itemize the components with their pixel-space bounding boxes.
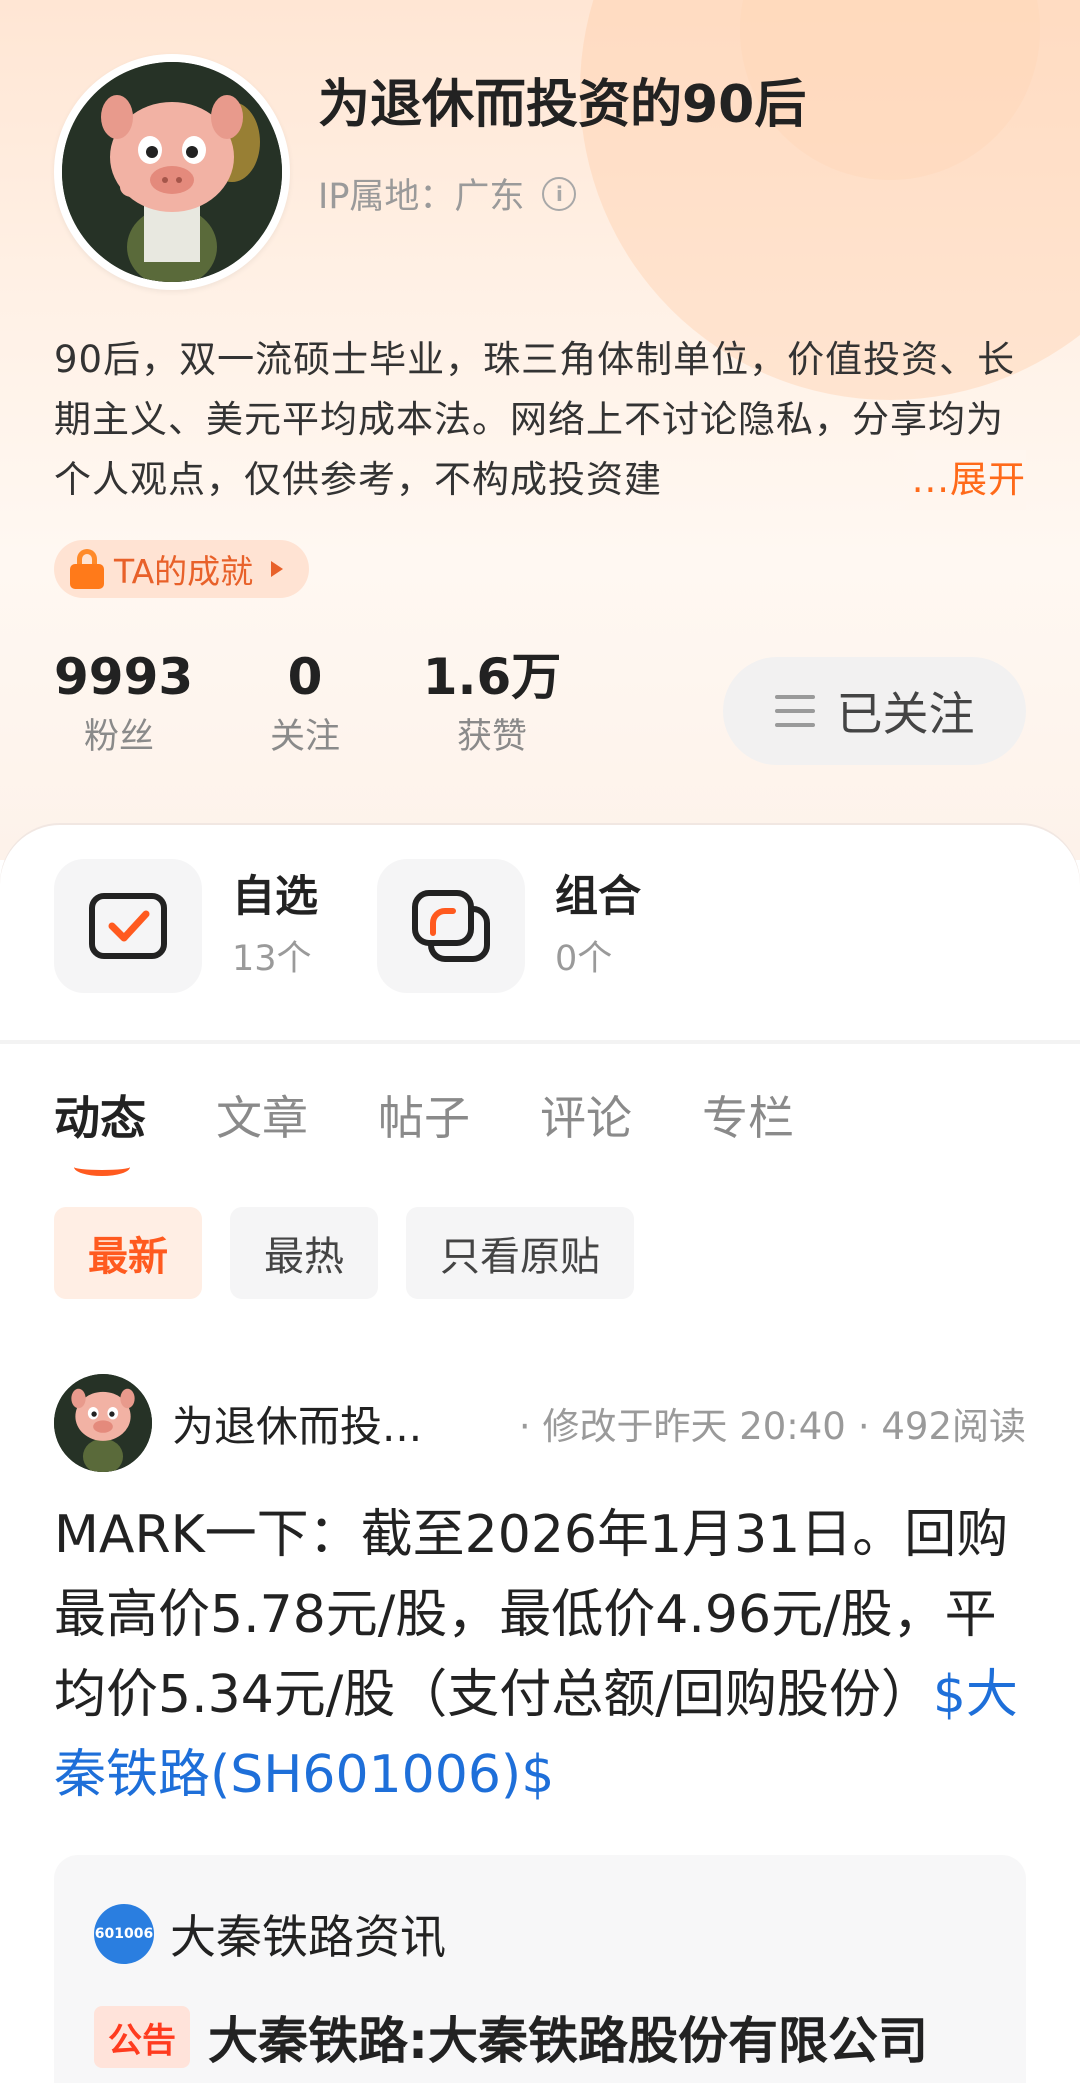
ip-location: IP属地：广东 i (318, 168, 577, 219)
tab-comments[interactable]: 评论 (540, 1080, 632, 1156)
stat-value: 9993 (54, 648, 194, 706)
pig-avatar-image (62, 62, 282, 282)
news-source-name: 大秦铁路资讯 (170, 1910, 446, 1964)
content-tabs: 动态 文章 帖子 评论 专栏 (54, 1080, 794, 1176)
profile-stats: 9993 粉丝 0 关注 1.6万 获赞 (54, 645, 562, 765)
news-source: 601006 大秦铁路资讯 (94, 1901, 446, 1967)
tab-label: 评论 (540, 1091, 632, 1145)
ip-location-text: IP属地：广东 (318, 177, 525, 217)
news-title: 大秦铁路:大秦铁路股份有限公司 (208, 2012, 928, 2070)
achievement-label: TA的成就 (114, 552, 254, 591)
quick-link-watchlist[interactable]: 自选 13个 (54, 859, 377, 993)
tab-articles[interactable]: 文章 (216, 1080, 308, 1156)
stat-following[interactable]: 0 关注 (240, 645, 370, 765)
quick-link-portfolio[interactable]: 组合 0个 (377, 859, 700, 993)
watchlist-check-icon (54, 859, 202, 993)
filter-latest[interactable]: 最新 (54, 1207, 202, 1299)
filter-original-only[interactable]: 只看原贴 (406, 1207, 634, 1299)
achievement-button[interactable]: TA的成就 (54, 540, 310, 598)
post-author-name[interactable]: 为退休而投... (172, 1393, 422, 1454)
tab-label: 文章 (216, 1091, 308, 1145)
filter-hottest[interactable]: 最热 (230, 1207, 378, 1299)
stat-label: 关注 (269, 717, 340, 757)
stat-value: 0 (287, 648, 323, 706)
quick-link-title: 自选 (232, 872, 318, 922)
quick-link-title: 组合 (555, 872, 641, 922)
portfolio-icon (377, 859, 525, 993)
stat-followers[interactable]: 9993 粉丝 (54, 645, 194, 765)
news-title-row: 公告 大秦铁路:大秦铁路股份有限公司 (94, 2001, 928, 2073)
bio-text: 90后，双一流硕士毕业，珠三角体制单位，价值投资、长期主义、美元平均成本法。网络… (54, 338, 1016, 501)
profile-name: 为退休而投资的90后 (318, 75, 807, 135)
stat-label: 获赞 (456, 717, 527, 757)
post-content[interactable]: MARK一下：截至2026年1月31日。回购最高价5.78元/股，最低价4.96… (54, 1495, 1034, 1815)
post-meta: · 修改于昨天 20:40 · 492阅读 (519, 1396, 1026, 1450)
avatar[interactable] (54, 54, 290, 290)
post-text: MARK一下：截至2026年1月31日。回购最高价5.78元/股，最低价4.96… (54, 1505, 1009, 1725)
menu-icon (774, 695, 815, 727)
tab-dynamics[interactable]: 动态 (54, 1080, 146, 1176)
stat-label: 粉丝 (83, 717, 154, 757)
quick-links: 自选 13个 组合 0个 (54, 859, 700, 993)
quick-link-count: 13个 (232, 939, 312, 979)
profile-header: 为退休而投资的90后 IP属地：广东 i 90后，双一流硕士毕业，珠三角体制单位… (0, 0, 1080, 860)
stat-value: 1.6万 (422, 648, 562, 706)
announcement-badge: 公告 (94, 2006, 190, 2068)
lock-icon (70, 549, 104, 589)
play-arrow-icon (271, 561, 284, 577)
post-edited-time: · 修改于昨天 20:40 (518, 1405, 846, 1448)
follow-button-label: 已关注 (836, 687, 975, 741)
info-icon[interactable]: i (542, 176, 577, 211)
bio-expand-link[interactable]: ...展开 (881, 450, 1026, 510)
tab-label: 动态 (54, 1091, 146, 1145)
stat-likes[interactable]: 1.6万 获赞 (422, 645, 562, 765)
post-filters: 最新 最热 只看原贴 (54, 1207, 634, 1299)
tab-label: 帖子 (378, 1091, 470, 1145)
followed-button[interactable]: 已关注 (723, 657, 1026, 765)
tab-posts[interactable]: 帖子 (378, 1080, 470, 1156)
news-card[interactable]: 601006 大秦铁路资讯 公告 大秦铁路:大秦铁路股份有限公司 (54, 1855, 1026, 2083)
post-read-count: · 492阅读 (857, 1405, 1026, 1448)
stock-logo-icon: 601006 (94, 1904, 154, 1964)
tab-columns[interactable]: 专栏 (702, 1080, 794, 1156)
quick-link-count: 0个 (555, 939, 613, 979)
active-tab-indicator (74, 1158, 130, 1176)
avatar[interactable] (54, 1374, 152, 1472)
tab-label: 专栏 (702, 1091, 794, 1145)
content-card: 自选 13个 组合 0个 动态 文章 帖子 评论 专栏 最新 最热 只看原贴 为… (0, 825, 1080, 2083)
post-header: 为退休而投... · 修改于昨天 20:40 · 492阅读 (54, 1373, 1026, 1473)
section-divider (0, 1040, 1080, 1044)
profile-bio: 90后，双一流硕士毕业，珠三角体制单位，价值投资、长期主义、美元平均成本法。网络… (54, 330, 1026, 510)
